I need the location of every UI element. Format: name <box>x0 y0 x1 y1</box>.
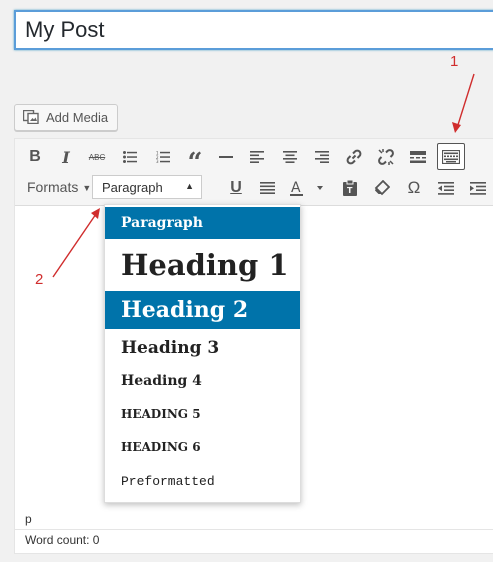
annotation-label-1: 1 <box>450 53 459 70</box>
annotation-arrows <box>52 73 475 278</box>
annotation-label-2: 2 <box>35 271 44 288</box>
